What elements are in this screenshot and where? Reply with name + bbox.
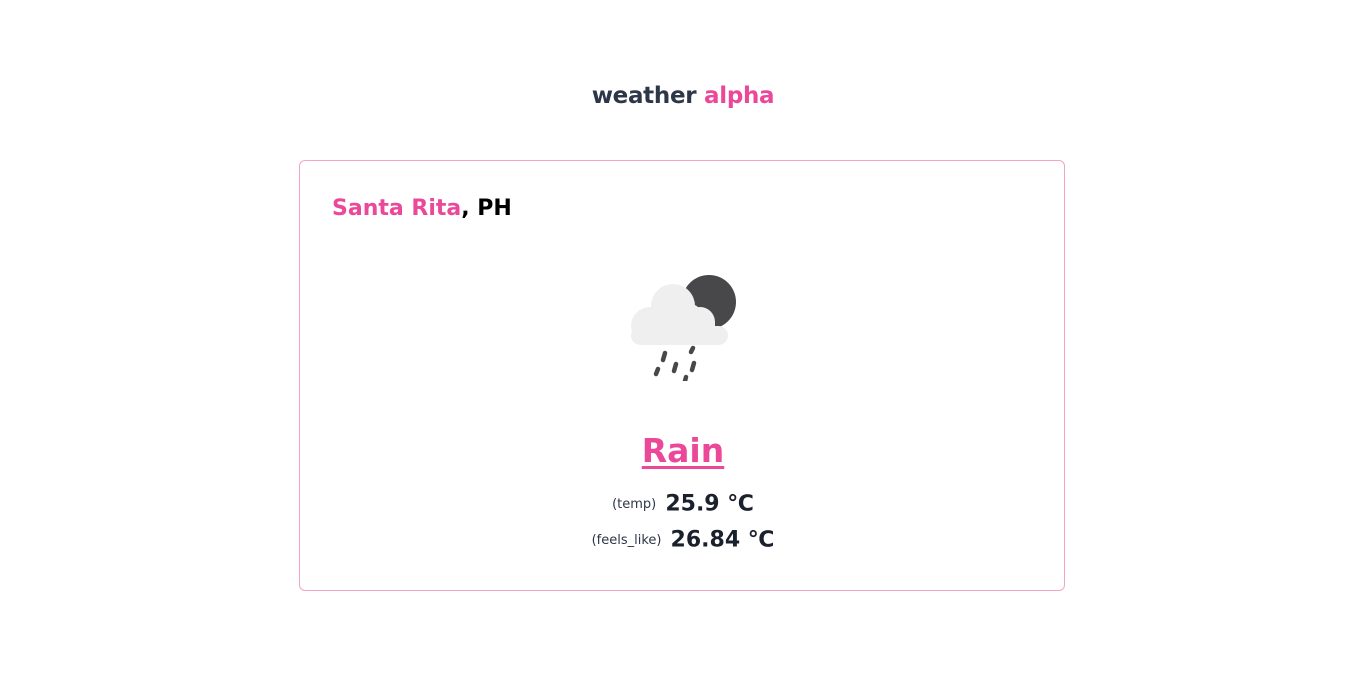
weather-card: Santa Rita, PH Rain (temp) 25.9 ℃ (feels… [299, 160, 1065, 591]
app-title-main: weather [591, 83, 697, 109]
feels-like-reading: (feels_like) 26.84 ℃ [300, 524, 1066, 557]
temp-label: (temp) [612, 496, 657, 512]
app-title-accent: alpha [704, 83, 775, 109]
location-heading: Santa Rita, PH [332, 194, 512, 224]
feels-like-label: (feels_like) [591, 532, 662, 548]
app-title: weather alpha [0, 80, 1366, 112]
condition-heading[interactable]: Rain [300, 429, 1066, 473]
feels-like-value: 26.84 ℃ [670, 527, 775, 553]
country-code: PH [477, 196, 512, 221]
temp-reading: (temp) 25.9 ℃ [300, 488, 1066, 521]
temp-value: 25.9 ℃ [665, 491, 754, 517]
location-separator: , [461, 196, 470, 221]
city-name: Santa Rita [332, 196, 462, 221]
rain-cloud-night-icon [631, 275, 736, 381]
condition-link[interactable]: Rain [642, 431, 724, 470]
